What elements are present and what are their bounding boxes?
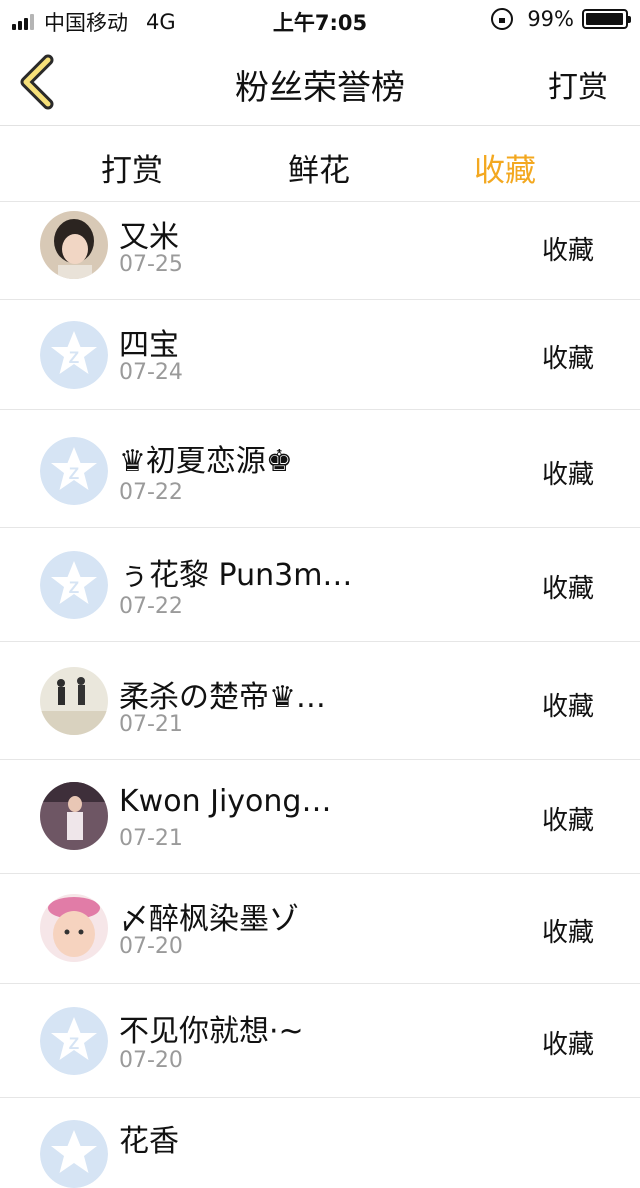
list-item[interactable]: 〆醉枫染墨ゾ 07-20 收藏 (0, 874, 640, 984)
status-right: 99% (491, 7, 631, 31)
nav-bar: 粉丝荣誉榜 打赏 (0, 40, 640, 126)
fan-action: 收藏 (542, 918, 595, 948)
default-avatar-icon (40, 1120, 108, 1188)
signal-icon (12, 14, 36, 30)
reward-button[interactable]: 打赏 (548, 62, 608, 106)
fan-name: 不见你就想·~ (119, 1014, 304, 1049)
avatar (40, 894, 108, 962)
fan-name: ♛初夏恋源♚ (119, 444, 293, 479)
tab-bar: 打赏 鲜花 收藏 (0, 127, 640, 202)
fan-action: 收藏 (542, 574, 595, 604)
tab-flowers[interactable]: 鲜花 (288, 145, 350, 190)
fan-action: 收藏 (542, 806, 595, 836)
fan-date: 07-22 (119, 480, 183, 505)
list-item[interactable]: Z ぅ花黎 Pun3m… 07-22 收藏 (0, 528, 640, 642)
fan-name: 柔杀の楚帝♛… (119, 680, 326, 715)
fan-action: 收藏 (542, 692, 595, 722)
fan-list: 又米 07-25 收藏 Z 四宝 07-24 收藏 Z ♛初夏恋源♚ 07-22… (0, 202, 640, 1188)
list-item[interactable]: Z ♛初夏恋源♚ 07-22 收藏 (0, 410, 640, 528)
svg-text:Z: Z (69, 1034, 79, 1053)
fan-name: 四宝 (119, 328, 179, 363)
carrier-label: 中国移动 (44, 11, 128, 35)
status-left: 中国移动 4G (12, 7, 176, 37)
fan-date: 07-20 (119, 1048, 183, 1073)
tab-reward[interactable]: 打赏 (101, 145, 163, 190)
rotation-lock-icon (491, 8, 514, 30)
page-title: 粉丝荣誉榜 (235, 68, 405, 108)
avatar (40, 782, 108, 850)
list-item[interactable]: Z 不见你就想·~ 07-20 收藏 (0, 984, 640, 1098)
fan-name: ぅ花黎 Pun3m… (119, 558, 353, 593)
list-item[interactable]: Z 四宝 07-24 收藏 (0, 300, 640, 410)
battery-icon (582, 9, 631, 29)
tab-favorites[interactable]: 收藏 (474, 145, 536, 190)
status-bar: 中国移动 4G 上午7:05 99% (0, 0, 640, 40)
back-button[interactable] (14, 54, 64, 110)
avatar (40, 667, 108, 735)
list-item[interactable]: 柔杀の楚帝♛… 07-21 收藏 (0, 642, 640, 760)
chevron-left-icon (20, 54, 54, 110)
fan-action: 收藏 (542, 1030, 595, 1060)
fan-name: 花香 (119, 1124, 179, 1159)
fan-action: 收藏 (542, 236, 595, 266)
avatar (40, 211, 108, 279)
svg-text:Z: Z (69, 578, 79, 597)
fan-date: 07-21 (119, 712, 183, 737)
default-avatar-icon: Z (40, 437, 108, 505)
default-avatar-icon: Z (40, 1007, 108, 1075)
fan-date: 07-24 (119, 360, 183, 385)
fan-name: Kwon Jiyong… (119, 784, 332, 819)
fan-action: 收藏 (542, 344, 595, 374)
fan-name: 〆醉枫染墨ゾ (119, 902, 299, 937)
fan-name: 又米 (119, 220, 179, 255)
fan-date: 07-25 (119, 252, 183, 277)
fan-date: 07-20 (119, 934, 183, 959)
svg-text:Z: Z (69, 464, 79, 483)
svg-text:Z: Z (69, 348, 79, 367)
fan-date: 07-21 (119, 826, 183, 851)
fan-action: 收藏 (542, 460, 595, 490)
fan-date: 07-22 (119, 594, 183, 619)
list-item[interactable]: 又米 07-25 收藏 (0, 202, 640, 300)
default-avatar-icon: Z (40, 551, 108, 619)
network-label: 4G (146, 10, 176, 34)
default-avatar-icon: Z (40, 321, 108, 389)
battery-percent: 99% (527, 7, 574, 31)
list-item[interactable]: Kwon Jiyong… 07-21 收藏 (0, 760, 640, 874)
list-item[interactable]: 花香 (0, 1098, 640, 1188)
